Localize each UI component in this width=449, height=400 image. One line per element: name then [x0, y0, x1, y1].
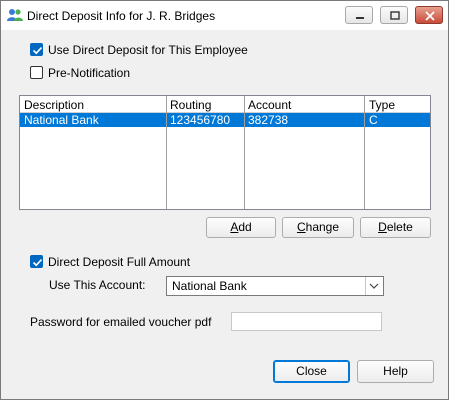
- header-type[interactable]: Type: [369, 98, 395, 112]
- close-button-label: Close: [296, 364, 327, 378]
- delete-button[interactable]: Delete: [360, 217, 431, 238]
- change-label-mnemonic: C: [296, 220, 306, 234]
- account-select-value: National Bank: [172, 279, 247, 293]
- title-bar[interactable]: Direct Deposit Info for J. R. Bridges: [1, 1, 448, 30]
- users-icon: [7, 9, 23, 21]
- header-account[interactable]: Account: [248, 98, 291, 112]
- full-amount-label: Direct Deposit Full Amount: [48, 255, 191, 269]
- table-row[interactable]: National Bank 123456780 382738 C: [20, 113, 430, 127]
- pre-notification-checkbox[interactable]: Pre-Notification: [30, 65, 150, 81]
- cell-account: 382738: [248, 113, 289, 127]
- full-amount-checkbox[interactable]: Direct Deposit Full Amount: [30, 254, 200, 270]
- minimize-icon: [356, 17, 364, 19]
- cell-description: National Bank: [24, 113, 99, 127]
- close-window-button[interactable]: [415, 6, 443, 24]
- password-input[interactable]: [231, 312, 382, 331]
- minimize-button[interactable]: [345, 6, 373, 24]
- cell-routing: 123456780: [170, 113, 231, 127]
- delete-label-post: elete: [386, 220, 413, 234]
- use-direct-deposit-label: Use Direct Deposit for This Employee: [48, 43, 248, 57]
- dialog-window: Direct Deposit Info for J. R. Bridges Us…: [0, 0, 449, 400]
- checkbox-checked-icon: [30, 43, 43, 56]
- header-description[interactable]: Description: [24, 98, 84, 112]
- account-select[interactable]: National Bank: [166, 276, 384, 296]
- column-divider: [244, 96, 245, 209]
- use-direct-deposit-checkbox[interactable]: Use Direct Deposit for This Employee: [30, 42, 260, 58]
- close-icon: [425, 11, 435, 21]
- chevron-down-icon: [365, 277, 379, 295]
- header-routing[interactable]: Routing: [170, 98, 211, 112]
- accounts-list[interactable]: Description Routing Account Type Nationa…: [19, 95, 431, 210]
- pre-notification-label: Pre-Notification: [48, 66, 131, 80]
- checkbox-unchecked-icon: [30, 66, 43, 79]
- add-label-post: dd: [238, 220, 252, 234]
- close-button[interactable]: Close: [273, 360, 350, 383]
- help-button[interactable]: Help: [357, 360, 434, 383]
- maximize-icon: [390, 11, 400, 20]
- password-label: Password for emailed voucher pdf: [30, 315, 212, 329]
- help-button-label: Help: [383, 364, 408, 378]
- change-button[interactable]: Change: [282, 217, 354, 238]
- delete-label-mnemonic: D: [378, 220, 387, 234]
- change-label-post: hange: [305, 220, 340, 234]
- window-title: Direct Deposit Info for J. R. Bridges: [27, 9, 216, 23]
- use-this-account-label: Use This Account:: [49, 278, 146, 292]
- column-divider: [166, 96, 167, 209]
- column-divider: [364, 96, 365, 209]
- checkbox-checked-icon: [30, 255, 43, 268]
- cell-type: C: [369, 113, 378, 127]
- maximize-button[interactable]: [380, 6, 408, 24]
- add-button[interactable]: Add: [206, 217, 276, 238]
